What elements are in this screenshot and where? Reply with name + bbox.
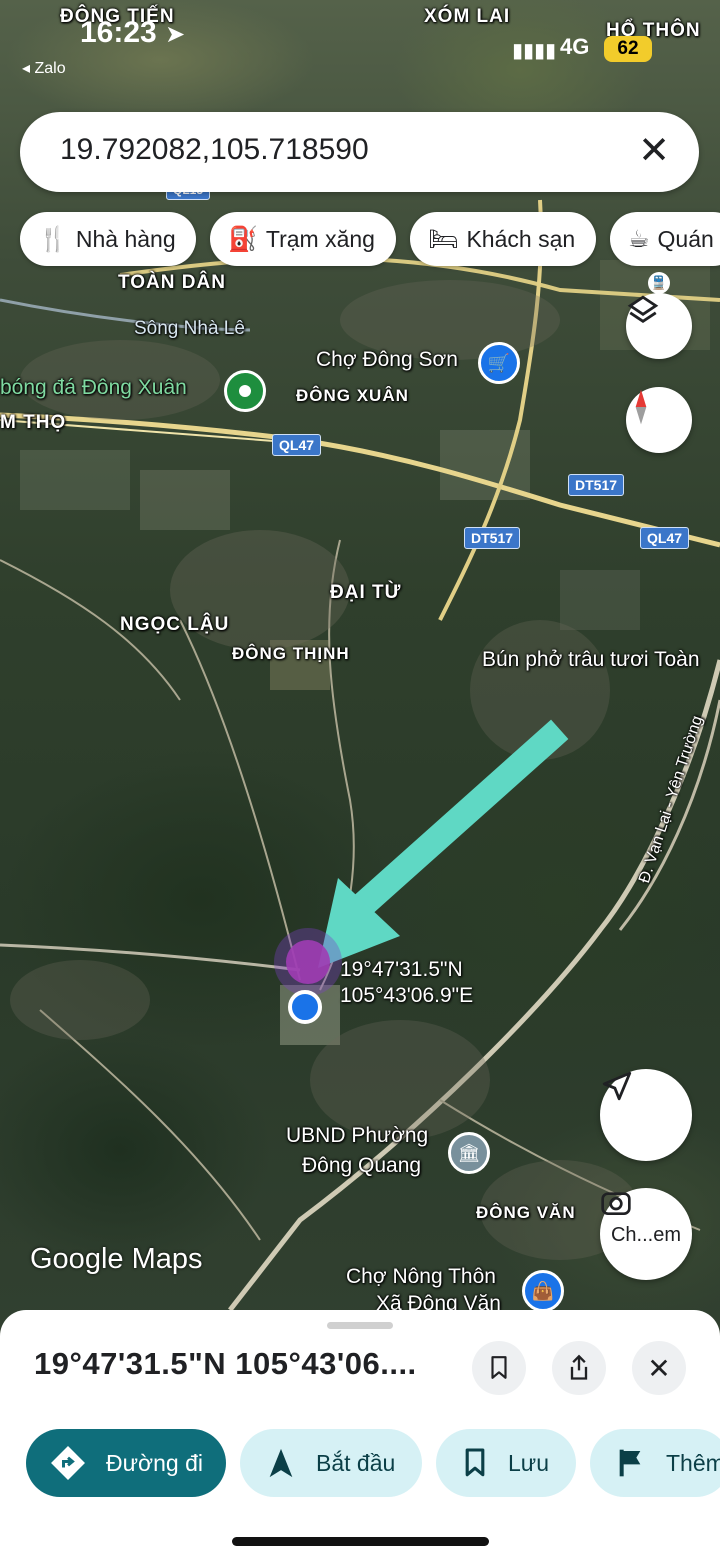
map-label-song-nha-le: Sông Nhà Lê (134, 318, 245, 339)
lens-button[interactable]: Ch...em (600, 1188, 692, 1280)
map-label-bong-da: bóng đá Đông Xuân (0, 376, 187, 399)
directions-icon (51, 1446, 85, 1480)
place-title: 19°47'31.5"N 105°43'06.... (34, 1346, 417, 1381)
share-icon (570, 1354, 588, 1380)
chip-label: Khách sạn (466, 225, 576, 252)
chip-restaurants[interactable]: 🍴 Nhà hàng (20, 212, 196, 266)
restaurant-icon: 🍴 (38, 225, 68, 253)
home-indicator[interactable] (232, 1537, 489, 1546)
pin-coordinates: 19°47'31.5"N 105°43'06.9"E (340, 957, 473, 1009)
map-label-ubnd-2: Đông Quang (302, 1154, 422, 1177)
directions-button[interactable]: Đường đi (26, 1429, 226, 1497)
map-label-ngoc-lau: NGỌC LẬU (120, 614, 230, 635)
shopping-cart-icon[interactable]: 🛒 (478, 342, 520, 384)
layers-icon (627, 295, 659, 324)
government-building-icon[interactable]: 🏛 (448, 1132, 490, 1174)
map-label-dong-thinh: ĐÔNG THỊNH (232, 644, 350, 663)
road-shield: QL47 (272, 434, 322, 456)
pin-lng: 105°43'06.9"E (340, 984, 474, 1007)
road-shield: DT517 (464, 527, 521, 549)
bookmark-icon (465, 1448, 485, 1477)
clock: 16:23 (80, 16, 157, 49)
navigation-arrow-icon (269, 1448, 293, 1478)
more-button[interactable]: Thêm (590, 1429, 720, 1497)
search-query[interactable]: 19.792082,105.718590 (60, 133, 369, 167)
map-label-dai-tu: ĐẠI TỪ (330, 582, 402, 603)
chip-label: Trạm xăng (265, 225, 375, 252)
close-icon[interactable]: ✕ (631, 128, 677, 174)
back-app-label: Zalo (34, 60, 66, 77)
back-to-app[interactable]: ◂ Zalo (22, 58, 66, 78)
location-arrow-icon: ➤ (165, 21, 186, 48)
chip-cafes[interactable]: ☕ Quán (610, 212, 720, 266)
action-label: Đường đi (106, 1449, 203, 1476)
start-button[interactable]: Bắt đầu (240, 1429, 422, 1497)
transit-icon[interactable]: 🚆 (648, 272, 670, 294)
action-label: Bắt đầu (316, 1449, 396, 1476)
action-label: Thêm (666, 1449, 720, 1476)
close-sheet-button[interactable]: ✕ (632, 1341, 686, 1395)
map-label-m-tho: M THỌ (0, 412, 67, 433)
flag-icon (619, 1449, 641, 1477)
locate-button[interactable] (600, 1069, 692, 1161)
navigation-icon (602, 1071, 632, 1101)
status-time: 16:23 ➤ (80, 16, 185, 50)
google-wordmark: Google (30, 1243, 124, 1275)
save-place-button[interactable] (472, 1341, 526, 1395)
sheet-drag-handle[interactable] (327, 1322, 393, 1329)
road-shield: DT517 (568, 474, 625, 496)
current-location-dot (288, 990, 322, 1024)
chip-label: Nhà hàng (75, 225, 176, 252)
map-view[interactable]: ĐÔNG TIẾN XÓM LAI HỔ THÔN TOÀN DÂN Sông … (0, 0, 720, 1330)
map-label-dong-xuan: ĐÔNG XUÂN (296, 386, 409, 405)
search-bar[interactable]: 19.792082,105.718590 ✕ (20, 112, 699, 192)
save-button[interactable]: Lưu (436, 1429, 576, 1497)
chip-label: Quán (657, 225, 714, 252)
signal-icon: ▮▮▮▮ (512, 40, 557, 62)
share-button[interactable] (552, 1341, 606, 1395)
road-shield: QL47 (640, 527, 690, 549)
chip-gas-stations[interactable]: ⛽ Trạm xăng (210, 212, 396, 266)
close-icon: ✕ (647, 1352, 671, 1384)
stadium-poi-icon[interactable] (224, 370, 266, 412)
maps-wordmark: Maps (131, 1243, 203, 1275)
map-label-cho-dong-son: Chợ Đông Sơn (316, 348, 458, 371)
chip-hotels[interactable]: 🛏 Khách sạn (410, 212, 596, 266)
lens-label: Ch...em (610, 1223, 682, 1246)
status-bar: 16:23 ➤ ◂ Zalo ▮▮▮▮ 4G 62 (0, 0, 720, 80)
map-label-dong-van: ĐÔNG VĂN (476, 1203, 576, 1222)
map-label-bun-pho: Bún phở trâu tươi Toàn (482, 648, 700, 671)
compass-button[interactable] (626, 387, 692, 453)
network-type: 4G (560, 34, 590, 59)
map-label-cho-nong-thon-1: Chợ Nông Thôn (346, 1265, 496, 1288)
google-maps-watermark: Google Maps (30, 1243, 203, 1276)
battery-indicator: 62 (604, 36, 652, 62)
annotation-arrow (336, 719, 569, 931)
hotel-icon: 🛏 (428, 225, 459, 253)
map-label-toan-dan: TOÀN DÂN (118, 272, 226, 293)
action-label: Lưu (508, 1449, 549, 1476)
coffee-icon: ☕ (628, 225, 650, 253)
shopping-bag-icon[interactable]: 👜 (522, 1270, 564, 1312)
camera-lens-icon (601, 1192, 631, 1215)
bookmark-icon (491, 1356, 507, 1379)
layers-button[interactable] (626, 293, 692, 359)
compass-icon (635, 389, 647, 425)
pin-lat: 19°47'31.5"N (340, 958, 463, 981)
gas-station-icon: ⛽ (228, 225, 258, 253)
map-label-ubnd-1: UBND Phường (286, 1124, 429, 1147)
